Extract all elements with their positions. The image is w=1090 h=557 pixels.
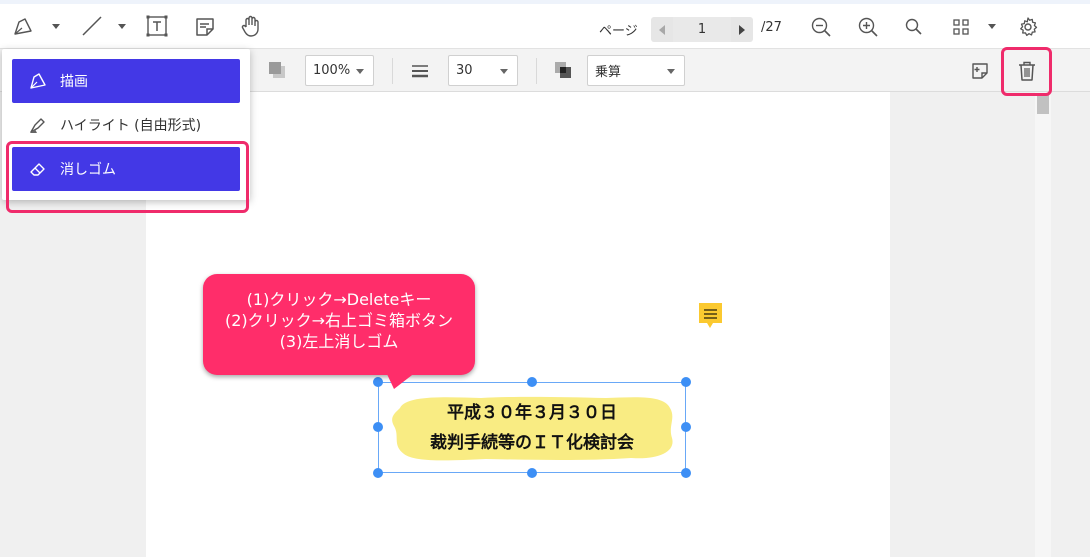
- zoom-out-button[interactable]: [808, 14, 834, 40]
- line-tool-dropdown-caret[interactable]: [118, 24, 126, 29]
- pan-tool-button[interactable]: [237, 12, 265, 40]
- grid-icon: [953, 19, 969, 35]
- opacity-select[interactable]: 100%: [305, 55, 374, 86]
- resize-handle[interactable]: [527, 377, 537, 387]
- line-thickness-icon: [412, 65, 428, 78]
- chevron-down-icon: [356, 69, 364, 74]
- chevron-down-icon: [500, 69, 508, 74]
- chevron-down-icon: [667, 69, 675, 74]
- callout-line: (1)クリック→Deleteキー: [246, 290, 432, 309]
- instruction-callout: (1)クリック→Deleteキー (2)クリック→右上ゴミ箱ボタン (3)左上消…: [203, 274, 475, 375]
- zoom-out-icon: [811, 17, 831, 37]
- main-toolbar: ページ /27: [0, 4, 1090, 48]
- draw-tool-dropdown-caret[interactable]: [52, 24, 60, 29]
- triangle-right-icon: [739, 24, 745, 35]
- line-icon: [82, 16, 102, 36]
- search-icon: [905, 18, 922, 35]
- hand-icon: [241, 15, 259, 37]
- blend-mode-icon: [555, 62, 571, 78]
- resize-handle[interactable]: [681, 468, 691, 478]
- opacity-button[interactable]: [265, 58, 289, 82]
- note-marker: [699, 303, 722, 328]
- eraser-highlight-outline: [6, 141, 249, 213]
- previous-page-button[interactable]: [651, 17, 673, 42]
- pen-icon: [28, 71, 52, 91]
- opacity-value: 100%: [313, 63, 351, 78]
- thickness-value: 30: [456, 63, 473, 78]
- heading-date-line: 平成３０年３月３０日: [447, 403, 617, 423]
- line-thickness-button[interactable]: [408, 59, 432, 83]
- resize-handle[interactable]: [373, 468, 383, 478]
- callout-line: (3)左上消しゴム: [279, 332, 399, 351]
- blend-mode-select[interactable]: 乗算: [587, 55, 685, 86]
- blend-mode-button[interactable]: [551, 58, 575, 82]
- resize-handle[interactable]: [373, 422, 383, 432]
- resize-handle[interactable]: [681, 377, 691, 387]
- add-note-icon: [972, 63, 988, 79]
- heading-title-line: 裁判手続等のＩＴ化検討会: [430, 433, 634, 453]
- pen-icon: [14, 18, 32, 35]
- comment-note-icon[interactable]: [698, 302, 723, 334]
- page-navigator: [651, 17, 753, 42]
- resize-handle[interactable]: [681, 422, 691, 432]
- search-button[interactable]: [902, 15, 926, 39]
- add-note-button[interactable]: [968, 59, 992, 83]
- view-layout-dropdown-caret[interactable]: [988, 24, 996, 29]
- line-tool-button[interactable]: [78, 12, 106, 40]
- menu-item-label: ハイライト (自由形式): [60, 118, 202, 134]
- scrollbar-thumb[interactable]: [1037, 94, 1049, 114]
- delete-button-highlight-outline: [1001, 47, 1052, 96]
- thickness-select[interactable]: 30: [448, 55, 518, 86]
- text-box-tool-button[interactable]: [144, 13, 170, 39]
- callout-pointer: [386, 372, 416, 389]
- next-page-button[interactable]: [731, 17, 753, 42]
- callout-line: (2)クリック→右上ゴミ箱ボタン: [224, 311, 454, 330]
- toolbar-divider: [536, 58, 537, 84]
- toolbar-divider: [392, 58, 393, 84]
- page-heading-text: 平成３０年３月３０日 裁判手続等のＩＴ化検討会: [388, 398, 676, 458]
- sticky-note-icon: [196, 18, 214, 36]
- menu-item-draw[interactable]: 描画: [12, 59, 240, 103]
- zoom-in-button[interactable]: [855, 14, 881, 40]
- vertical-scrollbar[interactable]: [1035, 92, 1051, 557]
- opacity-icon: [269, 62, 285, 78]
- gear-icon: [1020, 17, 1038, 37]
- page-total: /27: [761, 20, 782, 35]
- text-box-icon: [146, 15, 168, 37]
- page-number-input[interactable]: [673, 17, 731, 42]
- view-layout-button[interactable]: [949, 15, 973, 39]
- sticky-note-tool-button[interactable]: [192, 14, 218, 40]
- settings-button[interactable]: [1015, 14, 1041, 40]
- zoom-in-icon: [858, 17, 878, 37]
- highlighter-icon: [28, 115, 52, 135]
- blend-mode-value: 乗算: [595, 65, 622, 80]
- page-label: ページ: [599, 24, 638, 39]
- triangle-left-icon: [659, 24, 665, 35]
- draw-tool-button[interactable]: [10, 12, 36, 40]
- menu-item-label: 描画: [60, 74, 88, 90]
- resize-handle[interactable]: [527, 468, 537, 478]
- resize-handle[interactable]: [373, 377, 383, 387]
